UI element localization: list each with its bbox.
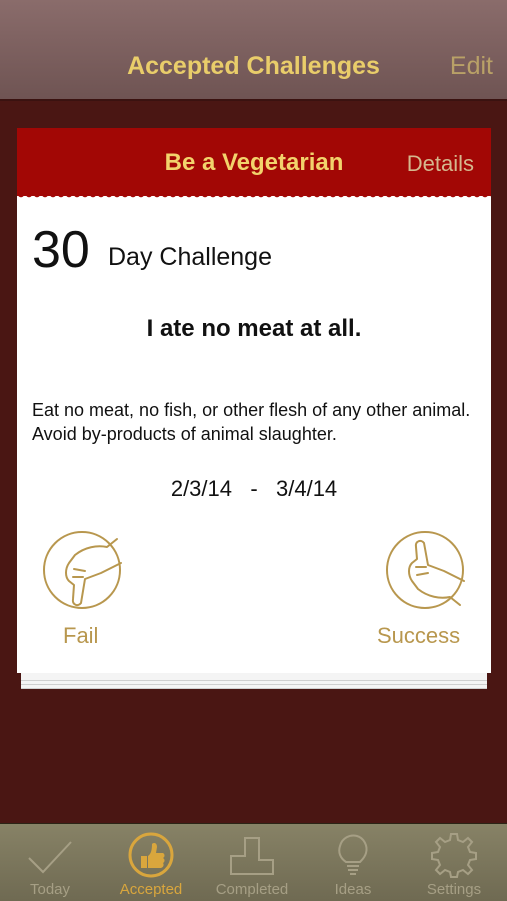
challenge-description: Eat no meat, no fish, or other flesh of …: [32, 400, 471, 444]
thumbs-up-icon: [128, 832, 174, 878]
tab-label: Today: [29, 881, 71, 898]
tab-today[interactable]: Today: [0, 824, 100, 901]
tab-bar: Today Accepted Completed Ideas Settings: [0, 823, 507, 901]
tab-completed[interactable]: Completed: [202, 824, 302, 901]
tab-label: Ideas: [334, 881, 372, 898]
lightbulb-icon: [338, 834, 368, 875]
podium-icon: [230, 837, 274, 875]
page-title: Accepted Challenges: [127, 52, 380, 80]
tab-ideas[interactable]: Ideas: [303, 824, 403, 901]
tab-label: Accepted: [119, 881, 183, 898]
fail-label[interactable]: Fail: [63, 623, 98, 649]
tab-label: Settings: [426, 881, 482, 898]
success-label[interactable]: Success: [377, 623, 460, 649]
gear-icon: [431, 833, 477, 878]
challenge-date-range: 2/3/14 - 3/4/14: [170, 476, 338, 501]
thumbs-down-icon: [65, 538, 122, 607]
success-button[interactable]: [386, 531, 465, 609]
challenge-motto: I ate no meat at all.: [146, 315, 362, 342]
thumbs-up-icon: [408, 539, 465, 606]
tab-settings[interactable]: Settings: [404, 824, 504, 901]
fail-button[interactable]: [43, 531, 122, 609]
edit-button[interactable]: Edit: [450, 52, 493, 81]
challenge-card: Be a Vegetarian Details 30 Day Challenge…: [17, 128, 491, 673]
challenge-days-label: Day Challenge: [108, 243, 272, 271]
checkmark-icon: [28, 841, 72, 874]
challenge-card-stack: Be a Vegetarian Details 30 Day Challenge…: [17, 128, 491, 689]
navigation-bar: Accepted Challenges Edit: [0, 0, 507, 101]
challenge-days-count: 30: [32, 221, 90, 279]
card-header: Be a Vegetarian Details: [17, 128, 491, 200]
tab-label: Completed: [215, 881, 289, 898]
tab-accepted[interactable]: Accepted: [101, 824, 201, 901]
card-stack-layer: [21, 672, 487, 681]
details-button[interactable]: Details: [407, 151, 474, 177]
